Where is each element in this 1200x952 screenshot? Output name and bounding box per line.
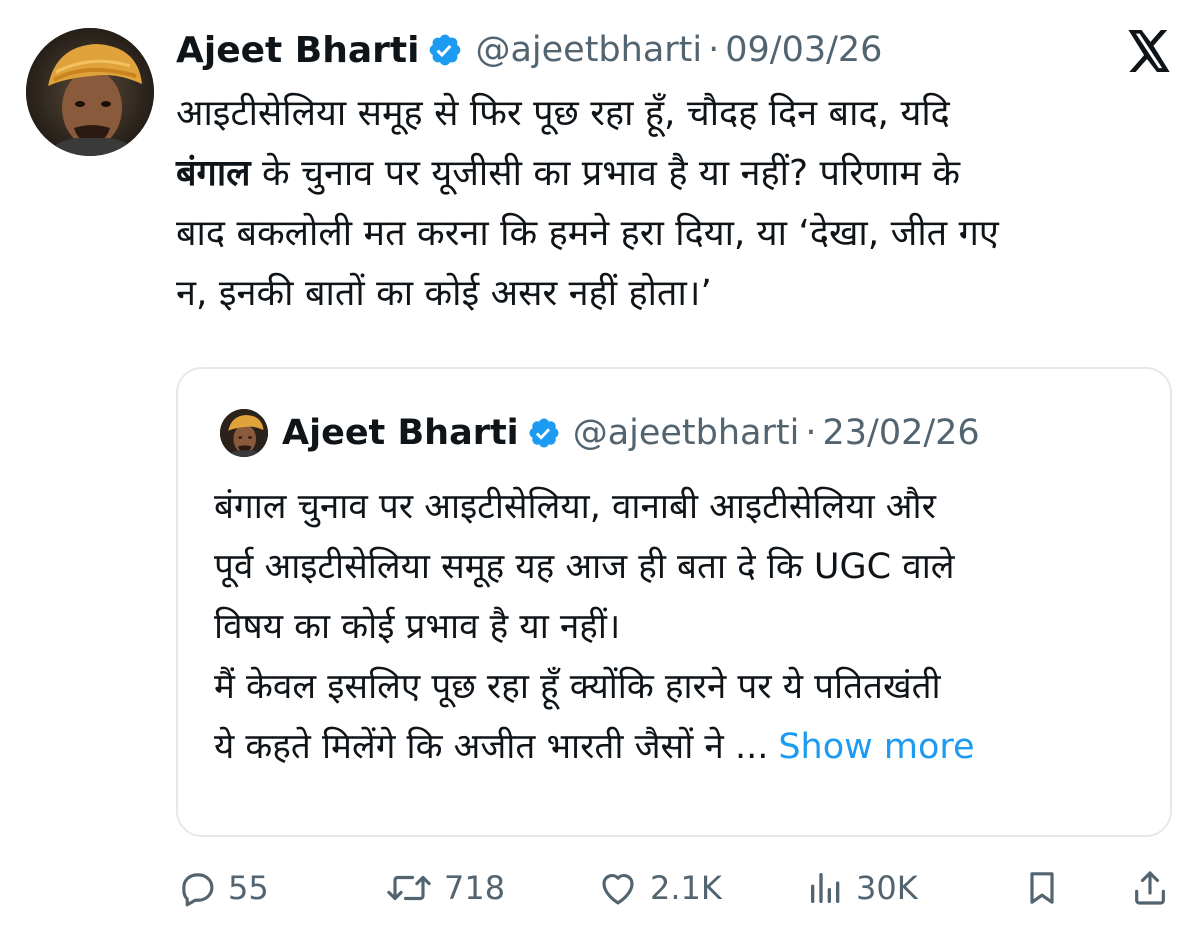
bookmark-button[interactable] [1022, 862, 1062, 914]
separator-dot: · [805, 413, 817, 453]
quoted-text-line: विषय का कोई प्रभाव है या नहीं। [214, 607, 621, 647]
quoted-text-segment: ये कहते मिलेंगे कि अजीत भारती जैसों ने .… [214, 727, 769, 767]
reply-button[interactable]: 55 [176, 862, 269, 914]
repost-icon [384, 867, 434, 909]
quoted-author-name[interactable]: Ajeet Bharti [282, 413, 519, 453]
quoted-tweet-text: बंगाल चुनाव पर आइटीसेलिया, वानाबी आइटीसे… [214, 477, 1154, 777]
reply-count: 55 [228, 869, 269, 907]
heart-icon [596, 867, 640, 909]
bold-word: बंगाल [176, 153, 251, 194]
tweet-text-line: आइटीसेलिया समूह से फिर पूछ रहा हूँ, चौदह… [176, 93, 950, 134]
views-button[interactable]: 30K [806, 862, 918, 914]
action-bar: 55 718 2.1K 30K [176, 862, 1172, 914]
show-more-link[interactable]: Show more [778, 727, 974, 767]
repost-count: 718 [444, 869, 506, 907]
tweet-date[interactable]: 09/03/26 [725, 30, 882, 70]
tweet-header: Ajeet Bharti @ajeetbharti · 09/03/26 [176, 24, 882, 76]
avatar[interactable] [26, 28, 154, 156]
repost-button[interactable]: 718 [384, 862, 505, 914]
quoted-avatar[interactable] [220, 409, 268, 457]
tweet-card: Ajeet Bharti @ajeetbharti · 09/03/26 आइट… [0, 0, 1200, 952]
quoted-text-line: ये कहते मिलेंगे कि अजीत भारती जैसों ने .… [214, 717, 1154, 777]
verified-badge-icon [527, 416, 561, 450]
quoted-tweet[interactable]: Ajeet Bharti @ajeetbharti · 23/02/26 बंग… [176, 367, 1172, 837]
quoted-text-line: मैं केवल इसलिए पूछ रहा हूँ क्योंकि हारने… [214, 667, 941, 707]
x-logo-icon[interactable] [1126, 30, 1172, 72]
tweet-text-line: बंगाल के चुनाव पर यूजीसी का प्रभाव है या… [176, 144, 1166, 204]
like-button[interactable]: 2.1K [596, 862, 722, 914]
view-count: 30K [856, 869, 918, 907]
author-name[interactable]: Ajeet Bharti [176, 30, 419, 71]
separator-dot: · [708, 30, 720, 70]
share-button[interactable] [1130, 862, 1170, 914]
tweet-text: आइटीसेलिया समूह से फिर पूछ रहा हूँ, चौदह… [176, 84, 1166, 324]
quoted-header: Ajeet Bharti @ajeetbharti · 23/02/26 [282, 409, 980, 457]
share-icon [1130, 867, 1170, 909]
quoted-text-line: बंगाल चुनाव पर आइटीसेलिया, वानाबी आइटीसे… [214, 487, 936, 527]
author-handle[interactable]: @ajeetbharti [475, 30, 702, 70]
tweet-text-line: न, इनकी बातों का कोई असर नहीं होता।’ [176, 273, 712, 314]
like-count: 2.1K [650, 869, 722, 907]
bookmark-icon [1022, 867, 1062, 909]
reply-icon [176, 867, 218, 909]
verified-badge-icon [427, 32, 463, 68]
tweet-text-line: बाद बकलोली मत करना कि हमने हरा दिया, या … [176, 213, 999, 254]
quoted-text-line: पूर्व आइटीसेलिया समूह यह आज ही बता दे कि… [214, 547, 955, 587]
views-icon [806, 867, 846, 909]
quoted-tweet-date[interactable]: 23/02/26 [822, 413, 979, 453]
quoted-author-handle[interactable]: @ajeetbharti [573, 413, 800, 453]
tweet-text-segment: के चुनाव पर यूजीसी का प्रभाव है या नहीं?… [250, 153, 960, 194]
